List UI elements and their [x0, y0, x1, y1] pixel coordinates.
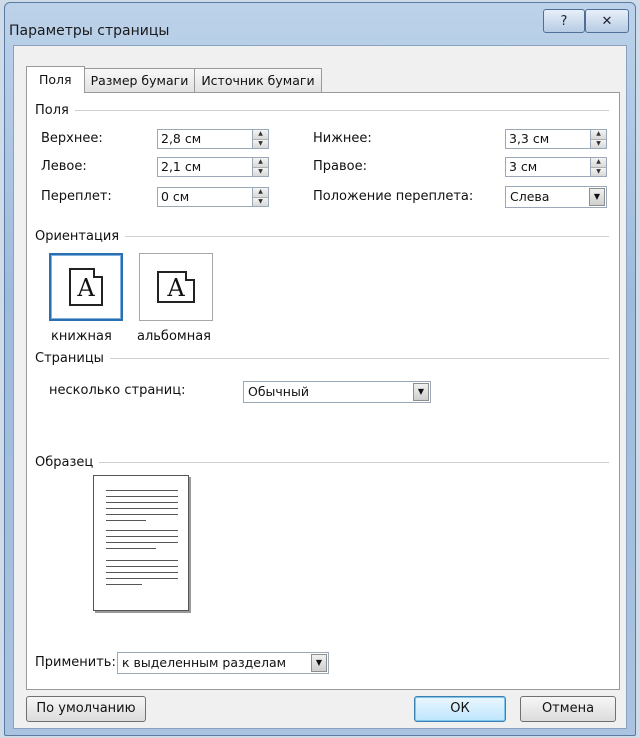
cancel-button[interactable]: Отмена — [520, 696, 616, 722]
portrait-option[interactable]: A — [49, 253, 123, 321]
title-bar[interactable]: Параметры страницы ? ✕ — [5, 3, 635, 47]
pages-group-header: Страницы — [35, 351, 609, 366]
preview-line — [106, 560, 178, 561]
preview-line — [106, 572, 178, 573]
spin-up-icon[interactable]: ▲ — [252, 130, 268, 139]
spin-up-icon[interactable]: ▲ — [590, 158, 606, 167]
pages-group-title: Страницы — [35, 351, 104, 366]
set-as-default-button[interactable]: По умолчанию — [26, 696, 146, 722]
multiple-pages-label: несколько страниц: — [49, 383, 186, 398]
landscape-label[interactable]: альбомная — [137, 329, 211, 344]
multiple-pages-value: Обычный — [248, 384, 309, 399]
preview-line — [106, 578, 178, 579]
ok-button[interactable]: ОК — [414, 696, 506, 722]
top-margin-spinner[interactable]: 2,8 см ▲ ▼ — [157, 129, 269, 149]
landscape-option[interactable]: A — [139, 253, 213, 321]
top-margin-label: Верхнее: — [41, 131, 103, 146]
gutter-position-select[interactable]: Слева ▼ — [505, 186, 607, 208]
chevron-down-icon[interactable]: ▼ — [413, 383, 429, 401]
preview-line — [106, 514, 178, 515]
spin-down-icon[interactable]: ▼ — [252, 138, 268, 148]
tab-paper-size[interactable]: Размер бумаги — [83, 68, 196, 92]
page-preview — [93, 475, 189, 611]
gutter-spinner[interactable]: 0 см ▲ ▼ — [157, 187, 269, 207]
landscape-page-icon: A — [157, 271, 195, 303]
multiple-pages-select[interactable]: Обычный ▼ — [243, 381, 431, 403]
apply-to-label: Применить: — [35, 655, 116, 670]
left-margin-value: 2,1 см — [161, 159, 202, 174]
margins-group-title: Поля — [35, 103, 69, 118]
left-margin-label: Левое: — [41, 159, 87, 174]
orientation-group-header: Ориентация — [35, 229, 609, 244]
spin-buttons[interactable]: ▲ ▼ — [590, 130, 606, 148]
close-icon: ✕ — [601, 13, 613, 29]
top-margin-value: 2,8 см — [161, 131, 202, 146]
spin-buttons[interactable]: ▲ ▼ — [252, 130, 268, 148]
spin-buttons[interactable]: ▲ ▼ — [590, 158, 606, 176]
spin-down-icon[interactable]: ▼ — [590, 138, 606, 148]
right-margin-spinner[interactable]: 3 см ▲ ▼ — [505, 157, 607, 177]
preview-line — [106, 502, 178, 503]
margins-group-header: Поля — [35, 103, 609, 118]
page-setup-dialog: Параметры страницы ? ✕ Поля Размер бумаг… — [4, 2, 636, 736]
gutter-value: 0 см — [161, 189, 190, 204]
tab-paper-source[interactable]: Источник бумаги — [194, 68, 322, 92]
preview-line — [106, 508, 178, 509]
right-margin-label: Правое: — [313, 159, 367, 174]
spin-down-icon[interactable]: ▼ — [252, 166, 268, 176]
right-margin-value: 3 см — [509, 159, 538, 174]
apply-to-select[interactable]: к выделенным разделам ▼ — [117, 652, 329, 674]
portrait-page-icon: A — [69, 268, 103, 306]
bottom-margin-spinner[interactable]: 3,3 см ▲ ▼ — [505, 129, 607, 149]
dialog-client-area: Поля Размер бумаги Источник бумаги Поля … — [13, 45, 627, 729]
left-margin-spinner[interactable]: 2,1 см ▲ ▼ — [157, 157, 269, 177]
preview-line — [106, 566, 178, 567]
preview-group-header: Образец — [35, 455, 609, 470]
help-button[interactable]: ? — [543, 9, 585, 33]
gutter-label: Переплет: — [41, 189, 112, 204]
spin-up-icon[interactable]: ▲ — [252, 188, 268, 197]
preview-line — [106, 536, 178, 537]
help-icon: ? — [560, 13, 568, 29]
preview-line — [106, 490, 178, 491]
spin-up-icon[interactable]: ▲ — [590, 130, 606, 139]
preview-line — [106, 530, 178, 531]
gutter-position-label: Положение переплета: — [313, 189, 474, 204]
preview-line — [106, 542, 178, 543]
bottom-margin-label: Нижнее: — [313, 131, 372, 146]
portrait-label[interactable]: книжная — [51, 329, 112, 344]
group-divider — [125, 236, 609, 237]
orientation-group-title: Ориентация — [35, 229, 120, 244]
dialog-title: Параметры страницы — [9, 23, 170, 39]
close-button[interactable]: ✕ — [585, 9, 629, 33]
spin-down-icon[interactable]: ▼ — [252, 196, 268, 206]
bottom-margin-value: 3,3 см — [509, 131, 550, 146]
tab-panel-margins: Поля Верхнее: 2,8 см ▲ ▼ Нижнее: 3,3 см … — [26, 92, 620, 690]
apply-to-value: к выделенным разделам — [122, 655, 287, 670]
preview-line — [106, 496, 178, 497]
preview-line — [106, 584, 142, 585]
chevron-down-icon[interactable]: ▼ — [589, 188, 605, 206]
group-divider — [109, 358, 609, 359]
spin-down-icon[interactable]: ▼ — [590, 166, 606, 176]
preview-line — [106, 520, 146, 521]
chevron-down-icon[interactable]: ▼ — [311, 654, 327, 672]
group-divider — [74, 110, 609, 111]
preview-group-title: Образец — [35, 455, 94, 470]
spin-buttons[interactable]: ▲ ▼ — [252, 158, 268, 176]
spin-buttons[interactable]: ▲ ▼ — [252, 188, 268, 206]
group-divider — [99, 462, 609, 463]
tab-margins[interactable]: Поля — [26, 66, 85, 93]
preview-line — [106, 548, 156, 549]
spin-up-icon[interactable]: ▲ — [252, 158, 268, 167]
tab-strip: Поля Размер бумаги Источник бумаги — [26, 66, 322, 93]
gutter-position-value: Слева — [510, 189, 550, 204]
